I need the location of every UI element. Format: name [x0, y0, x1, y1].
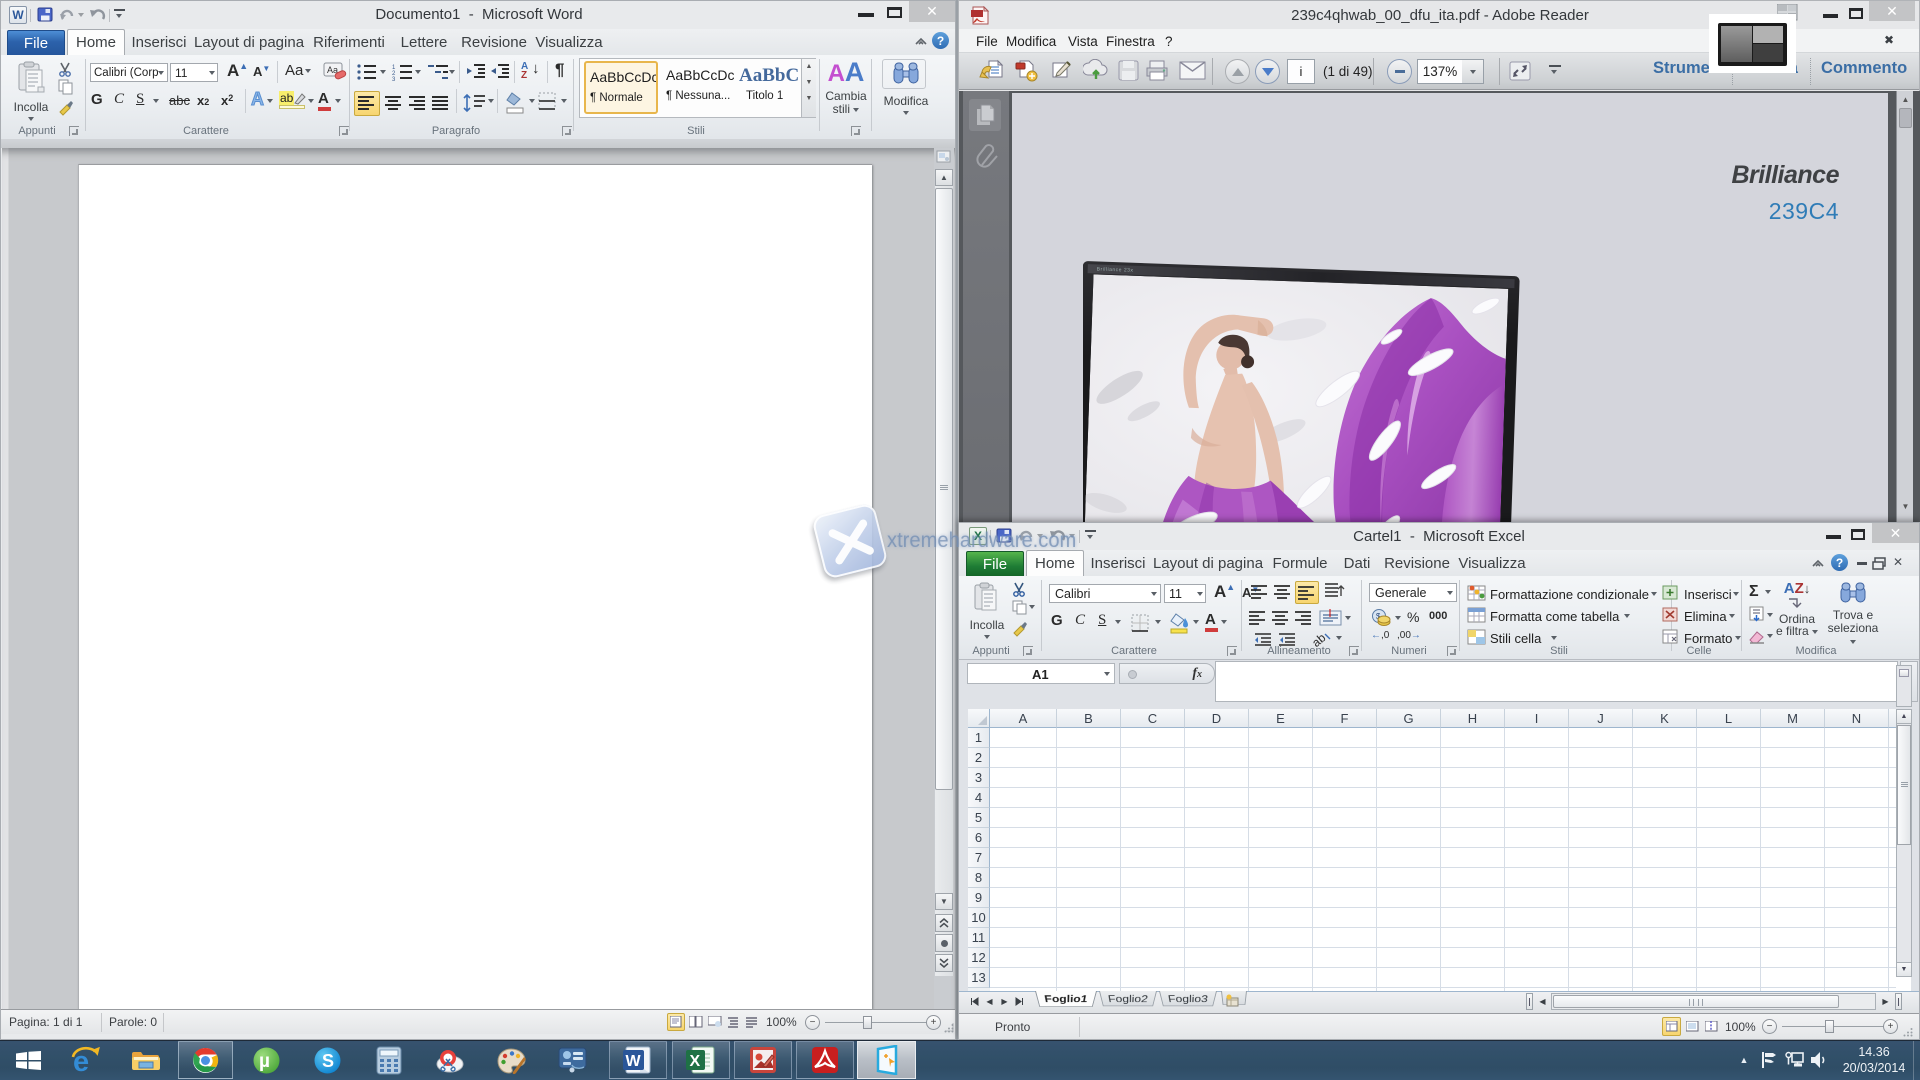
svg-text:S: S [322, 1051, 334, 1071]
svg-text:µ: µ [259, 1051, 270, 1072]
svg-text:X: X [690, 1053, 701, 1070]
svg-text:W: W [626, 1053, 642, 1070]
svg-text:3: 3 [392, 77, 396, 81]
